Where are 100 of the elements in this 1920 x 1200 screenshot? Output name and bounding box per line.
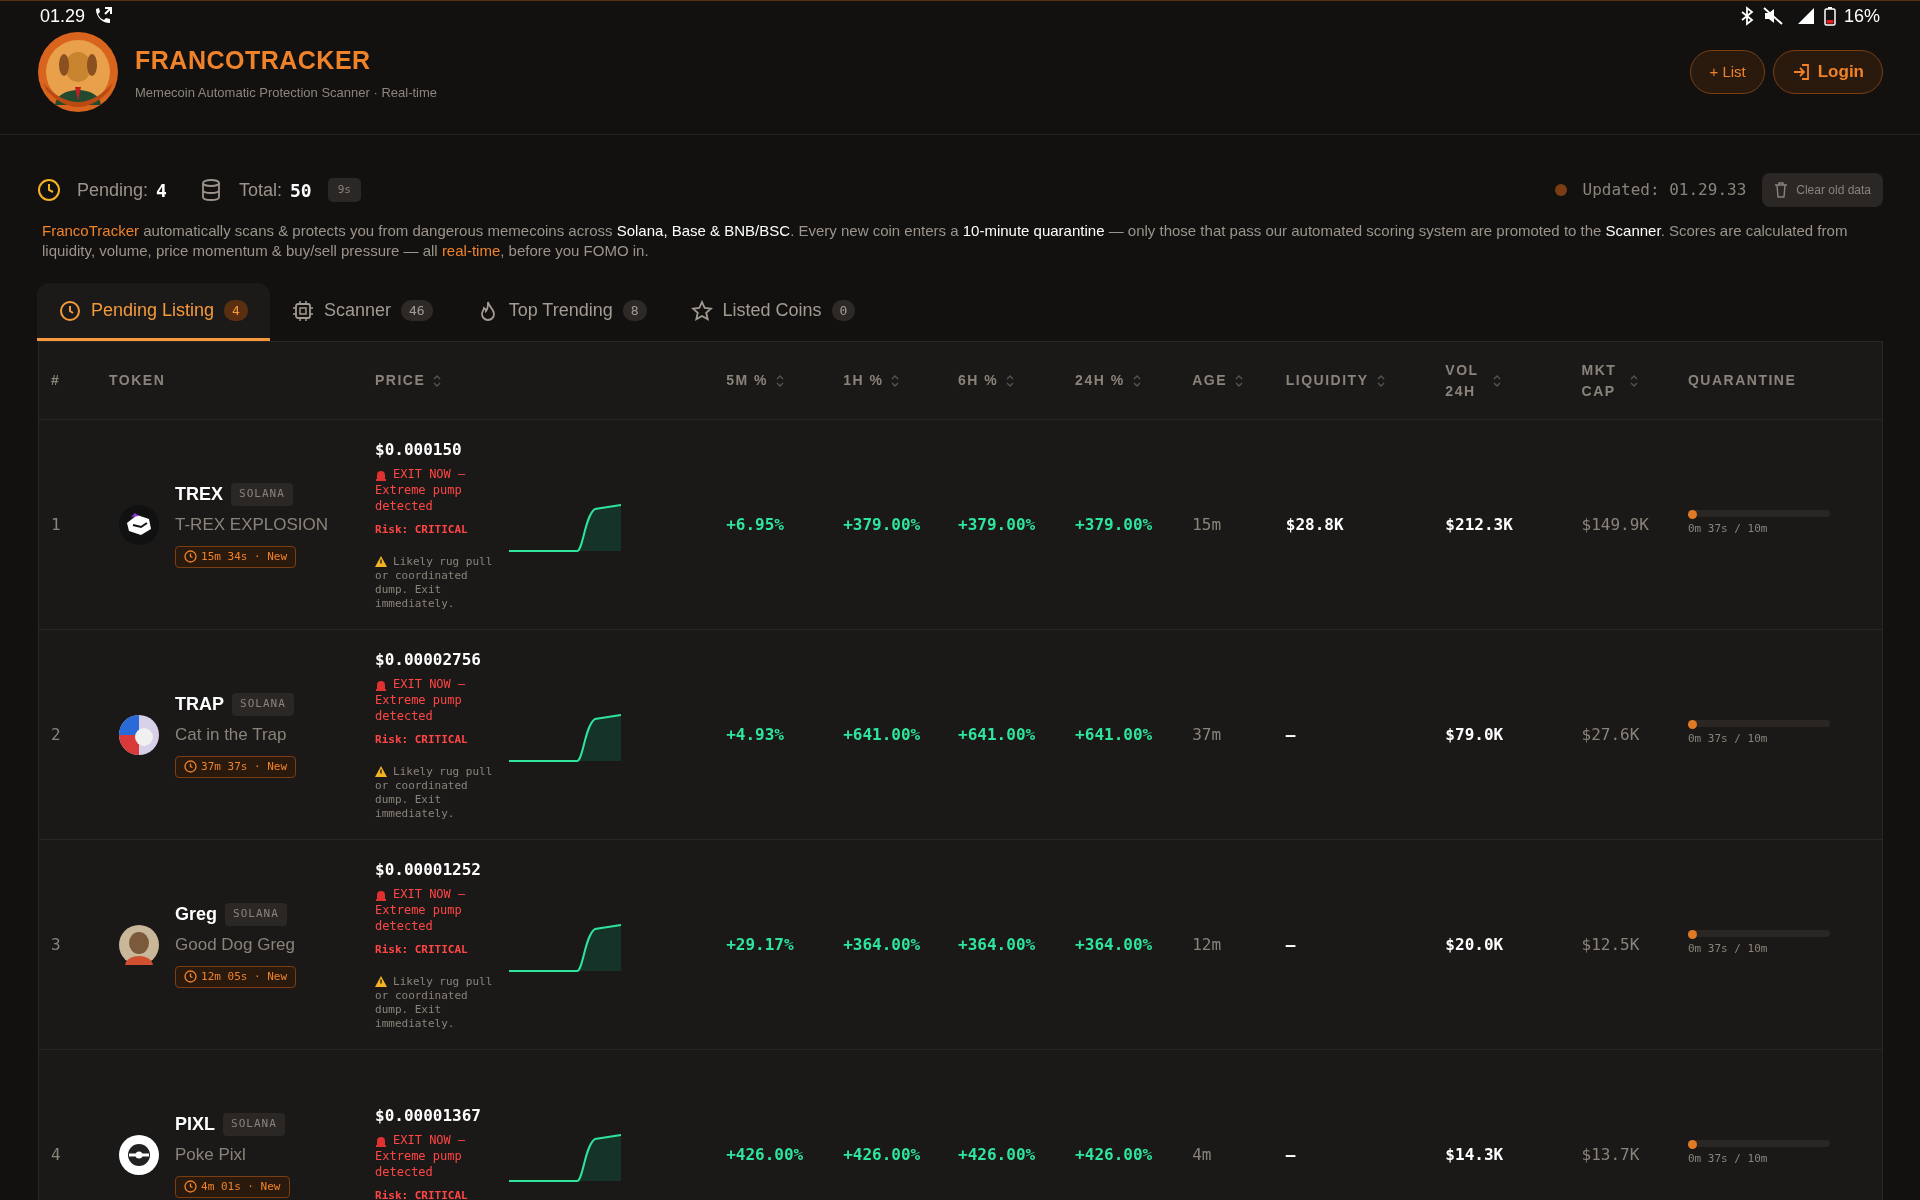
token-name: Cat in the Trap — [175, 724, 288, 746]
refresh-timer: 9s — [327, 177, 361, 203]
volume-value: $79.0K — [1445, 724, 1504, 744]
age-badge: 4m 01s · New — [175, 1175, 290, 1198]
token-price: $0.00001252 — [375, 859, 482, 882]
chip-icon — [291, 299, 314, 322]
warning-text: Likely rug pull or coordinated dump. Exit immediately. — [375, 764, 493, 821]
brand-subtitle: Memecoin Automatic Protection Scanner · Real-time — [135, 84, 437, 102]
risk-level: Risk: CRITICAL — [375, 1188, 469, 1200]
token-age: 37m — [1192, 724, 1222, 744]
token-symbol: PIXL — [175, 1113, 216, 1136]
column-header[interactable]: PRICE — [375, 370, 442, 391]
column-header[interactable]: 24H % — [1075, 370, 1141, 391]
clock-icon — [184, 1180, 197, 1194]
count-badge: 46 — [400, 299, 433, 322]
token-symbol: TRAP — [175, 693, 224, 716]
percent-change: +364.00% — [843, 934, 921, 954]
chain-tag: SOLANA — [223, 1113, 285, 1136]
market-cap-value: $12.5K — [1581, 934, 1640, 954]
percent-change: +426.00% — [958, 1144, 1036, 1164]
battery-icon — [1823, 6, 1836, 26]
liquidity-value: — — [1285, 1144, 1296, 1164]
percent-change: +426.00% — [726, 1144, 804, 1164]
status-dot — [1554, 184, 1567, 196]
sort-icon — [433, 374, 442, 387]
battery-level: 16% — [1843, 4, 1880, 28]
clock-icon — [184, 550, 197, 564]
percent-change: +379.00% — [843, 514, 921, 534]
column-header[interactable]: 1H % — [843, 370, 900, 391]
sort-icon — [775, 374, 784, 387]
chain-tag: SOLANA — [231, 483, 293, 506]
count-badge: 0 — [831, 299, 856, 322]
sort-icon — [1376, 374, 1385, 387]
column-header[interactable]: AGE — [1192, 370, 1243, 391]
volume-value: $212.3K — [1445, 514, 1513, 534]
tab[interactable]: Scanner 46 — [269, 283, 455, 341]
siren-icon — [375, 468, 387, 481]
risk-level: Risk: CRITICAL — [375, 732, 469, 749]
sort-icon — [1132, 374, 1141, 387]
row-number: 1 — [51, 514, 61, 534]
volume-value: $14.3K — [1445, 1144, 1504, 1164]
clear-data-button[interactable]: Clear old data — [1762, 173, 1883, 207]
trash-icon — [1774, 182, 1789, 198]
column-header[interactable]: 6H % — [958, 370, 1015, 391]
token-name: Good Dog Greg — [175, 934, 297, 956]
siren-icon — [375, 678, 387, 691]
star-icon — [690, 299, 713, 322]
column-header[interactable]: 5M % — [726, 370, 784, 391]
quarantine-time: 0m 37s / 10m — [1687, 731, 1769, 748]
tab[interactable]: Listed Coins 0 — [668, 283, 878, 341]
column-header: TOKEN — [109, 371, 166, 390]
clock-icon — [59, 299, 81, 322]
alert-text: EXIT NOW — Extreme pump detected — [375, 466, 467, 515]
list-button[interactable]: + List — [1690, 50, 1765, 94]
token-age: 12m — [1192, 934, 1222, 954]
percent-change: +426.00% — [1075, 1144, 1153, 1164]
token-price: $0.00002756 — [375, 649, 482, 672]
clock-icon — [184, 760, 197, 774]
percent-change: +29.17% — [726, 934, 794, 954]
market-cap-value: $27.6K — [1581, 724, 1640, 744]
warning-text: Likely rug pull or coordinated dump. Exit immediately. — [375, 554, 493, 611]
updated-time: Updated: 01.29.33 — [1582, 179, 1747, 201]
sort-icon — [1629, 374, 1638, 387]
sort-icon — [1235, 374, 1243, 387]
age-badge: 12m 05s · New — [175, 965, 297, 988]
liquidity-value: — — [1285, 934, 1296, 954]
quarantine-time: 0m 37s / 10m — [1687, 1151, 1769, 1168]
tab[interactable]: Pending Listing 4 — [37, 283, 270, 341]
percent-change: +379.00% — [958, 514, 1036, 534]
chain-tag: SOLANA — [225, 903, 287, 926]
percent-change: +379.00% — [1075, 514, 1153, 534]
percent-change: +426.00% — [843, 1144, 921, 1164]
percent-change: +641.00% — [1075, 724, 1153, 744]
count-badge: 4 — [224, 299, 248, 322]
count-badge: 8 — [622, 299, 647, 322]
risk-level: Risk: CRITICAL — [375, 522, 469, 539]
bluetooth-icon — [1739, 6, 1754, 26]
login-button[interactable]: Login — [1772, 50, 1883, 94]
token-symbol: Greg — [175, 903, 218, 926]
percent-change: +364.00% — [1075, 934, 1153, 954]
liquidity-value: $28.8K — [1285, 514, 1344, 534]
token-name: Poke Pixl — [175, 1144, 247, 1166]
percent-change: +641.00% — [843, 724, 921, 744]
brand-title: FRANCOTRACKER — [135, 44, 372, 76]
column-header[interactable]: LIQUIDITY — [1285, 370, 1385, 391]
pending-count: Pending: 4 — [77, 178, 167, 203]
percent-change: +641.00% — [958, 724, 1036, 744]
clock-icon — [37, 178, 61, 202]
alert-text: EXIT NOW — Extreme pump detected — [375, 886, 467, 935]
age-badge: 37m 37s · New — [175, 755, 297, 778]
token-price: $0.00001367 — [375, 1105, 482, 1128]
row-number: 4 — [51, 1144, 61, 1164]
column-header[interactable]: VOL 24H — [1445, 359, 1502, 402]
tab[interactable]: Top Trending 8 — [454, 283, 669, 341]
sort-icon — [1006, 374, 1015, 387]
column-header[interactable]: MKT CAP — [1581, 359, 1638, 402]
row-number: 3 — [51, 934, 61, 954]
call-forward-icon — [93, 6, 114, 26]
market-cap-value: $13.7K — [1581, 1144, 1640, 1164]
risk-level: Risk: CRITICAL — [375, 942, 469, 959]
